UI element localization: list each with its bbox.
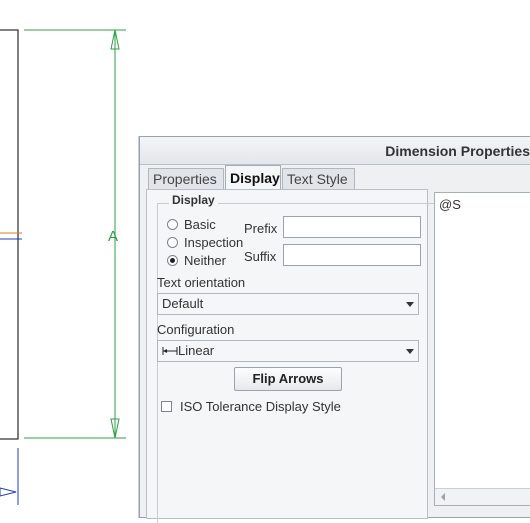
radio-basic-indicator[interactable] — [167, 219, 178, 230]
radio-neither[interactable]: Neither — [167, 253, 226, 268]
iso-tolerance-label: ISO Tolerance Display Style — [180, 399, 341, 414]
tab-properties[interactable]: Properties — [148, 168, 224, 189]
radio-neither-indicator[interactable] — [167, 255, 178, 266]
dimension-properties-dialog: Dimension Properties Properties Display … — [139, 136, 530, 523]
tab-text-style[interactable]: Text Style — [282, 168, 355, 189]
dimension-text-value: @S — [439, 197, 461, 212]
blue-arrow-icon — [0, 487, 17, 497]
prefix-label: Prefix — [244, 221, 278, 236]
radio-inspection[interactable]: Inspection — [167, 235, 243, 250]
text-orientation-label: Text orientation — [157, 275, 246, 290]
tab-display[interactable]: Display — [225, 165, 281, 190]
linear-dimension-icon — [162, 347, 178, 355]
radio-basic[interactable]: Basic — [167, 217, 216, 232]
radio-neither-label: Neither — [184, 253, 226, 268]
display-group-label: Display — [169, 193, 218, 207]
configuration-value: Linear — [178, 343, 215, 358]
prefix-input[interactable] — [283, 216, 421, 238]
flip-arrows-button[interactable]: Flip Arrows — [234, 367, 342, 391]
scroll-left-icon[interactable] — [441, 493, 445, 501]
iso-tolerance-checkbox[interactable] — [161, 401, 172, 412]
configuration-select[interactable]: Linear — [157, 340, 419, 362]
dialog-title: Dimension Properties — [385, 143, 530, 159]
dimension-text-area[interactable]: @S — [434, 192, 530, 506]
chevron-down-icon — [406, 349, 414, 354]
radio-basic-label: Basic — [184, 217, 216, 232]
suffix-input[interactable] — [283, 244, 421, 266]
horizontal-scrollbar[interactable] — [435, 488, 530, 505]
iso-tolerance-row[interactable]: ISO Tolerance Display Style — [161, 399, 341, 414]
part-edge — [0, 29, 19, 440]
dimension-label[interactable]: A — [108, 228, 118, 245]
dialog-titlebar[interactable]: Dimension Properties — [140, 137, 530, 165]
radio-inspection-indicator[interactable] — [167, 237, 178, 248]
display-tab-pane: Display Basic Inspection Neither Prefix … — [146, 189, 437, 523]
radio-inspection-label: Inspection — [184, 235, 244, 250]
configuration-label: Configuration — [157, 322, 235, 337]
suffix-label: Suffix — [244, 249, 277, 264]
chevron-down-icon — [406, 302, 414, 307]
text-orientation-select[interactable]: Default — [157, 293, 419, 315]
text-orientation-value: Default — [162, 296, 204, 311]
